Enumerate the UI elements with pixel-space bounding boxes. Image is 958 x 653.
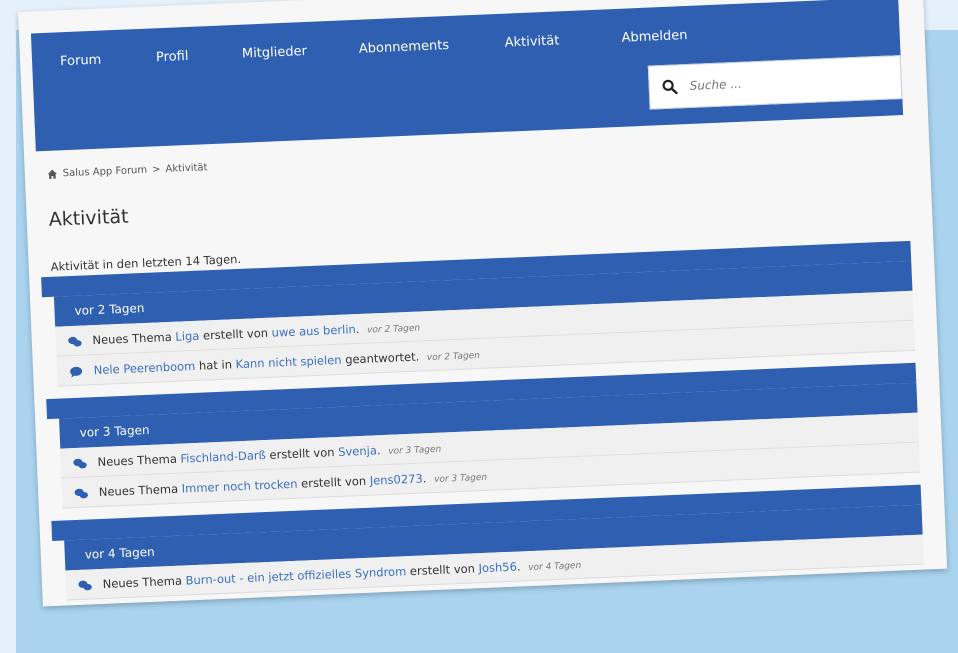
topic-link[interactable]: Fischland-Darß [180, 448, 266, 466]
search-input[interactable] [687, 70, 862, 95]
breadcrumb-separator: > [151, 164, 161, 176]
comments-icon [78, 580, 92, 590]
nav-profil[interactable]: Profil [155, 27, 190, 88]
user-link[interactable]: Nele Peerenboom [93, 359, 195, 377]
search-icon[interactable] [661, 78, 678, 95]
activity-suffix: . [355, 321, 360, 337]
activity-time: vor 4 Tagen [528, 560, 582, 574]
activity-suffix: geantwortet. [344, 349, 420, 367]
activity-time: vor 2 Tagen [426, 350, 481, 364]
screenshot-page: Forum Profil Mitglieder Abonnements Akti… [18, 0, 948, 607]
nav-forum[interactable]: Forum [59, 31, 103, 93]
user-link[interactable]: Jens0273 [369, 471, 423, 487]
activity-prefix: Neues Thema [98, 481, 179, 500]
top-navbar: Forum Profil Mitglieder Abonnements Akti… [30, 0, 904, 152]
breadcrumb: Salus App Forum > Aktivität [47, 162, 208, 180]
activity-prefix: Neues Thema [97, 451, 178, 470]
breadcrumb-current: Aktivität [165, 162, 208, 175]
activity-time: vor 2 Tagen [366, 323, 421, 336]
nav-mitglieder[interactable]: Mitglieder [241, 22, 308, 85]
user-link[interactable]: Svenja [338, 443, 377, 459]
breadcrumb-home-link[interactable]: Salus App Forum [63, 165, 148, 180]
topic-link[interactable]: Burn-out - ein jetzt offizielles Syndrom [185, 564, 406, 587]
page-title: Aktivität [48, 205, 129, 231]
activity-time: vor 3 Tagen [433, 472, 488, 485]
search-box[interactable] [647, 55, 903, 110]
activity-middle: hat in [198, 357, 233, 373]
nav-abmelden[interactable]: Abmelden [620, 6, 688, 69]
activity-prefix: Neues Thema [102, 573, 183, 591]
topic-link[interactable]: Immer noch trocken [181, 477, 297, 496]
nav-abonnements[interactable]: Abonnements [358, 16, 451, 80]
topic-link[interactable]: Kann nicht spielen [235, 353, 341, 371]
user-link[interactable]: uwe aus berlin [271, 322, 356, 340]
comments-icon [74, 488, 88, 498]
activity-suffix: . [422, 471, 427, 486]
user-link[interactable]: Josh56 [478, 560, 517, 576]
activity-middle: erstellt von [202, 325, 269, 343]
comment-icon [70, 366, 83, 378]
activity-suffix: . [516, 559, 521, 574]
home-icon [47, 169, 57, 179]
nav-aktivitaet[interactable]: Aktivität [503, 11, 560, 73]
activity-middle: erstellt von [269, 445, 335, 462]
topic-link[interactable]: Liga [175, 329, 200, 344]
activity-prefix: Neues Thema [92, 329, 173, 348]
comments-icon [68, 336, 82, 347]
comments-icon [73, 458, 87, 468]
activity-middle: erstellt von [409, 561, 476, 579]
activity-middle: erstellt von [300, 473, 367, 491]
activity-time: vor 3 Tagen [388, 444, 442, 457]
activity-suffix: . [376, 443, 381, 458]
